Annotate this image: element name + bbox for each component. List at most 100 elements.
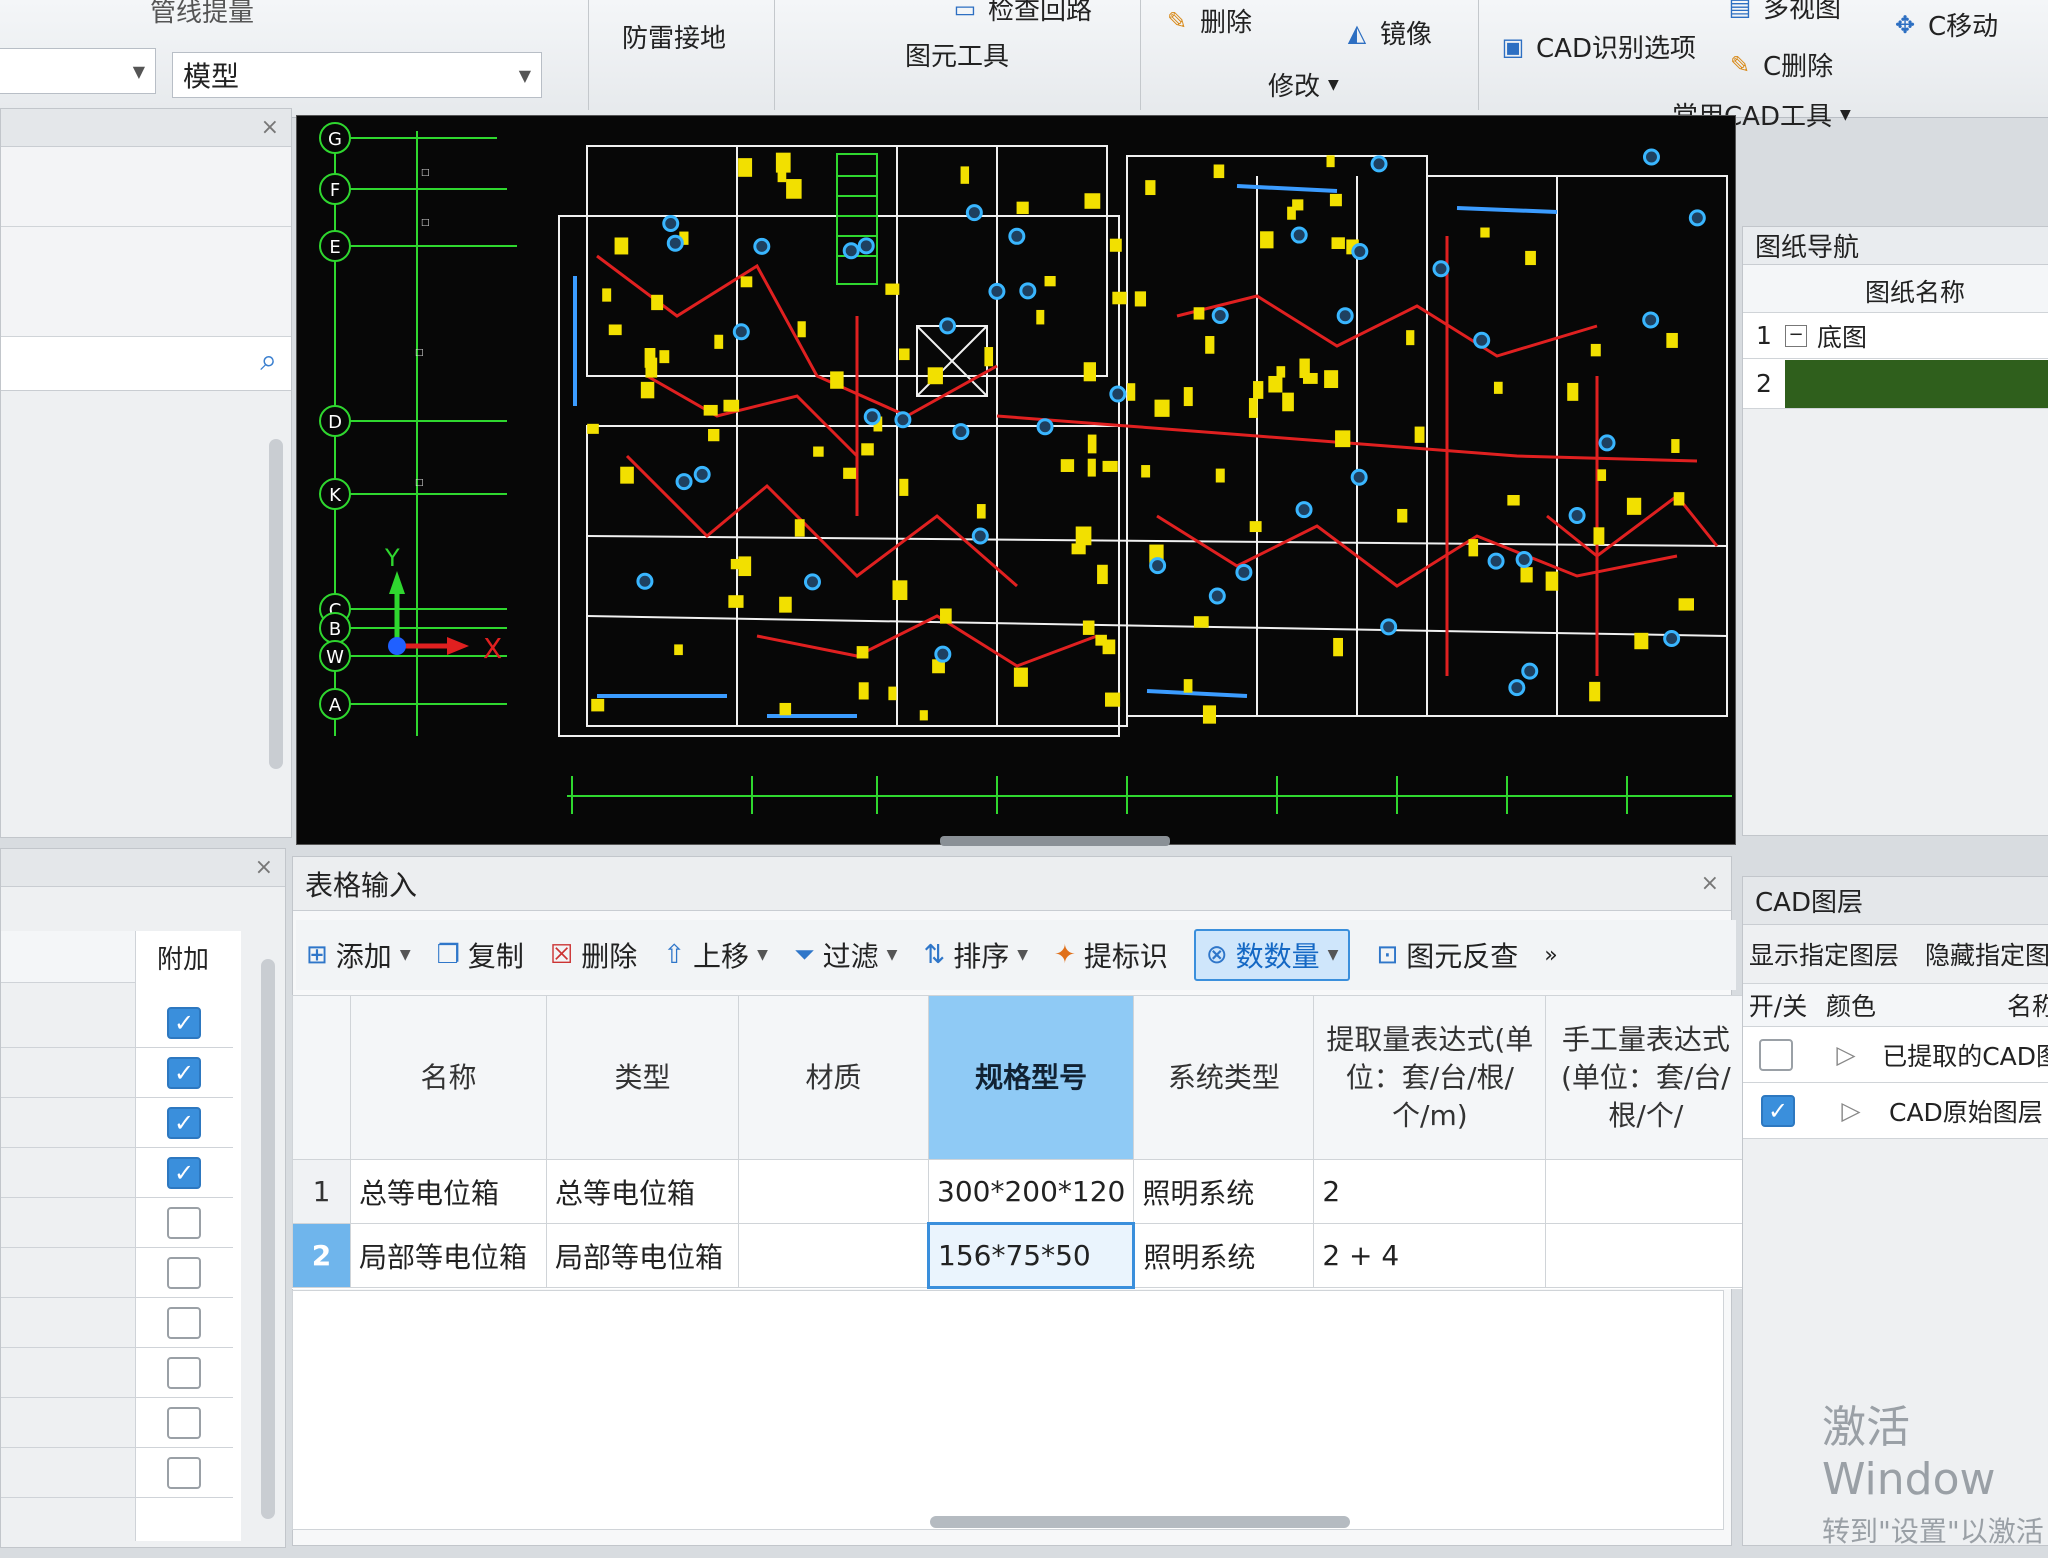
move-up-button[interactable]: ⇧ 上移 ▼: [663, 935, 768, 975]
play-icon: ▷: [1836, 1040, 1856, 1069]
svg-text:E: E: [329, 237, 340, 258]
layer-row[interactable]: ✓ ▷ CAD原始图层: [1743, 1083, 2048, 1139]
svg-text:F: F: [330, 180, 340, 201]
abc-mark-icon: ✦: [1054, 940, 1076, 970]
count-icon: ⊗: [1205, 940, 1228, 970]
windows-activation-watermark: 激活 Window 转到"设置"以激活: [1822, 1402, 2044, 1548]
chevron-down-icon: ▼: [1327, 947, 1339, 963]
spec-cell-editing[interactable]: 156*75*50: [926, 1222, 1136, 1289]
left-tree-panel: × ⌕: [0, 108, 292, 838]
extra-checkbox[interactable]: [167, 1407, 201, 1439]
arrow-up-icon: ⇧: [663, 940, 686, 970]
filter-button[interactable]: ⏷ 过滤 ▼: [794, 935, 898, 975]
model-combo[interactable]: 模型 ▼: [172, 52, 542, 98]
copy-button[interactable]: ❐ 复制: [437, 935, 524, 975]
ribbon-grounding-button[interactable]: 防雷接地: [622, 18, 726, 55]
svg-text:☐: ☐: [421, 164, 429, 180]
cad-floorplan: GFEDKCBWA ☐☐☐☐ X Y: [319, 122, 1732, 814]
extra-checkbox[interactable]: [167, 1457, 201, 1489]
close-icon[interactable]: ×: [255, 855, 273, 880]
extra-checkbox[interactable]: [167, 1307, 201, 1339]
axis-bubble: F: [319, 173, 351, 205]
extra-checkbox[interactable]: [167, 1257, 201, 1289]
col-name[interactable]: 名称: [350, 995, 547, 1160]
chevron-down-icon: ▼: [1839, 106, 1851, 123]
col-spec[interactable]: 规格型号: [927, 995, 1135, 1160]
scrollbar[interactable]: [269, 439, 283, 769]
svg-text:D: D: [328, 412, 342, 433]
splitter-handle[interactable]: [940, 836, 1170, 846]
svg-text:G: G: [328, 129, 342, 150]
chevron-down-icon: ▼: [132, 61, 145, 81]
layer-row[interactable]: ▷ 已提取的CAD图: [1743, 1027, 2048, 1083]
chevron-down-icon: ▼: [518, 65, 531, 85]
drawing-nav-panel: 图纸导航 图纸名称 1 − 底图 2: [1742, 226, 2048, 836]
table-row[interactable]: 2 局部等电位箱 局部等电位箱 156*75*50 照明系统 2 + 4: [292, 1222, 1747, 1289]
layer-visible-checkbox[interactable]: [1759, 1038, 1794, 1071]
panel-title: 图纸导航: [1755, 233, 1860, 263]
col-type[interactable]: 类型: [546, 995, 739, 1160]
cad-drawing-canvas[interactable]: GFEDKCBWA ☐ ☐ ☐ ☐ X Y: [296, 115, 1736, 845]
mark-button[interactable]: ✦ 提标识: [1054, 935, 1168, 975]
col-drawing-name: 图纸名称: [1743, 265, 2048, 313]
axis-bubble: A: [319, 688, 351, 720]
collapse-icon[interactable]: −: [1785, 324, 1807, 347]
ribbon-multi-view-button[interactable]: ▤ 多视图: [1725, 0, 1841, 25]
ribbon-check-circuit-button[interactable]: ▭ 检查回路: [950, 0, 1092, 27]
left-attr-panel: × 附加 ✓ ✓ ✓ ✓: [0, 848, 286, 1548]
col-material[interactable]: 材质: [738, 995, 929, 1160]
col-onoff: 开/关: [1748, 992, 1808, 1021]
ribbon-mirror-button[interactable]: ◭ 镜像: [1342, 14, 1432, 51]
ribbon-c-delete-button[interactable]: ✎ C删除: [1725, 46, 1833, 83]
reverse-check-button[interactable]: ⊡ 图元反查: [1376, 935, 1518, 975]
extra-checkbox[interactable]: ✓: [167, 1057, 201, 1089]
nav-row[interactable]: 1 − 底图: [1743, 313, 2048, 359]
search-input[interactable]: ⌕: [1, 337, 291, 391]
layer-visible-checkbox[interactable]: ✓: [1761, 1094, 1795, 1127]
svg-text:B: B: [329, 619, 341, 640]
table-input-grid: 名称 类型 材质 规格型号 系统类型 提取量表达式(单位：套/台/根/个/m) …: [292, 995, 1747, 1289]
delete-button[interactable]: ☒ 删除: [550, 935, 637, 975]
panel-title: CAD图层: [1755, 888, 1863, 918]
svg-text:Y: Y: [384, 544, 400, 572]
table-empty-area: [292, 1290, 1724, 1530]
multi-view-icon: ▤: [1728, 0, 1752, 21]
svg-text:K: K: [329, 485, 342, 506]
col-system[interactable]: 系统类型: [1133, 995, 1315, 1160]
col-color: 颜色: [1825, 992, 1876, 1021]
delete-icon: ☒: [549, 940, 574, 970]
extra-checkbox[interactable]: [167, 1207, 201, 1239]
floor-combo[interactable]: ▼: [0, 48, 156, 94]
table-row[interactable]: 1 总等电位箱 总等电位箱 300*200*120 照明系统 2: [292, 1159, 1747, 1224]
electrical-devices: [587, 148, 1706, 724]
extra-checkbox[interactable]: [167, 1357, 201, 1389]
col-extract-expr[interactable]: 提取量表达式(单位：套/台/根/个/m): [1313, 995, 1547, 1160]
close-icon[interactable]: ×: [261, 115, 279, 140]
extra-checkbox[interactable]: ✓: [167, 1157, 201, 1189]
svg-text:☐: ☐: [421, 214, 429, 230]
scrollbar[interactable]: [261, 959, 275, 1519]
ribbon-modify-group[interactable]: 修改 ▼: [1268, 66, 1339, 103]
ribbon-pipe-extract[interactable]: 管线提量: [150, 0, 254, 29]
sort-button[interactable]: ⇅ 排序 ▼: [923, 935, 1028, 975]
count-button[interactable]: ⊗ 数数量 ▼: [1193, 929, 1351, 981]
nav-row[interactable]: 2: [1743, 359, 2048, 409]
plus-icon: ⊞: [306, 940, 328, 970]
col-layer-name: 名称: [2006, 992, 2048, 1021]
more-tools-button[interactable]: »: [1544, 943, 1557, 968]
ribbon-cad-options-button[interactable]: ▣ CAD识别选项: [1498, 28, 1696, 65]
horizontal-scrollbar[interactable]: [930, 1516, 1350, 1528]
table-header-row: 名称 类型 材质 规格型号 系统类型 提取量表达式(单位：套/台/根/个/m) …: [292, 995, 1747, 1160]
extra-checkbox[interactable]: ✓: [167, 1007, 201, 1039]
search-icon[interactable]: ⌕: [260, 343, 277, 378]
col-manual-expr[interactable]: 手工量表达式(单位：套/台/根/个/: [1545, 995, 1747, 1160]
add-button[interactable]: ⊞ 添加 ▼: [306, 935, 411, 975]
ribbon-c-move-button[interactable]: ✥ C移动: [1890, 6, 1998, 43]
hide-layer-button[interactable]: 隐藏指定图层: [1925, 936, 2048, 972]
extra-checkbox[interactable]: ✓: [167, 1107, 201, 1139]
ribbon-delete-button[interactable]: ✎ 删除: [1162, 2, 1252, 39]
chevron-down-icon: ▼: [399, 947, 411, 963]
axis-bubble: W: [319, 640, 351, 672]
show-layer-button[interactable]: 显示指定图层: [1749, 936, 1899, 972]
close-icon[interactable]: ×: [1701, 871, 1719, 896]
